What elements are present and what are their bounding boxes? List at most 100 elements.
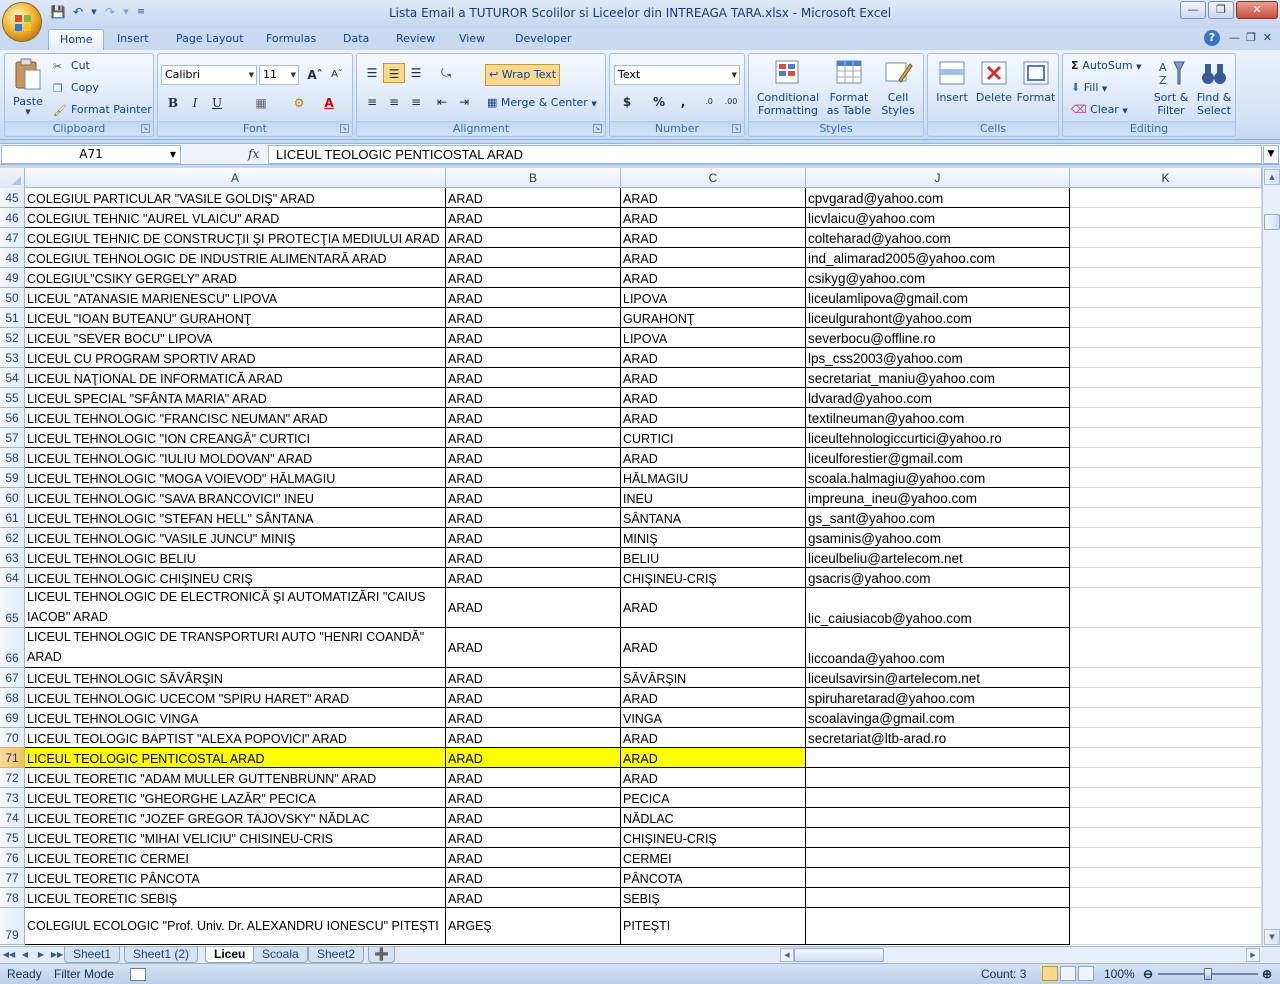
cell-j[interactable]	[806, 808, 1070, 828]
cell-k[interactable]	[1070, 368, 1262, 388]
cell-b[interactable]: ARAD	[446, 728, 621, 748]
cell-b[interactable]: ARAD	[446, 788, 621, 808]
row-header[interactable]: 65	[0, 588, 25, 628]
insert-cells-button[interactable]: Insert	[932, 58, 972, 104]
macro-record-icon[interactable]	[130, 968, 146, 981]
cell-j[interactable]: scoalavinga@gmail.com	[806, 708, 1070, 728]
cell-k[interactable]	[1070, 828, 1262, 848]
ribbon-close-icon[interactable]: ✕	[1263, 31, 1272, 44]
cell-b[interactable]: ARAD	[446, 568, 621, 588]
cell-k[interactable]	[1070, 728, 1262, 748]
row-header[interactable]: 66	[0, 628, 25, 668]
cell-k[interactable]	[1070, 248, 1262, 268]
page-break-view-icon[interactable]	[1078, 966, 1094, 981]
table-row[interactable]: 69 LICEUL TEHNOLOGIC VINGA ARAD VINGA scoala…	[0, 708, 1262, 728]
cell-c[interactable]: SÂNTANA	[621, 508, 806, 528]
table-row[interactable]: 72 LICEUL TEORETIC "ADAM MULLER GUTTENBRU…	[0, 768, 1262, 788]
cell-b[interactable]: ARAD	[446, 868, 621, 888]
cell-k[interactable]	[1070, 388, 1262, 408]
tab-formulas[interactable]: Formulas	[255, 29, 327, 50]
row-header[interactable]: 58	[0, 448, 25, 468]
row-header[interactable]: 75	[0, 828, 25, 848]
row-header[interactable]: 56	[0, 408, 25, 428]
cell-c[interactable]: ARAD	[621, 748, 806, 768]
autosum-button[interactable]: Σ AutoSum ▼	[1071, 59, 1141, 72]
cell-k[interactable]	[1070, 668, 1262, 688]
cell-j[interactable]	[806, 908, 1070, 945]
cell-j[interactable]: lps_css2003@yahoo.com	[806, 348, 1070, 368]
font-name-combo[interactable]: Calibri ▼	[161, 65, 257, 85]
cell-a[interactable]: LICEUL TEHNOLOGIC BELIU	[25, 548, 446, 568]
cell-j[interactable]: secretariat@ltb-arad.ro	[806, 728, 1070, 748]
cell-b[interactable]: ARAD	[446, 268, 621, 288]
minimize-button[interactable]: —	[1180, 1, 1206, 19]
paste-button[interactable]: Paste ▼	[11, 58, 45, 116]
cell-b[interactable]: ARAD	[446, 368, 621, 388]
cell-c[interactable]: CHIŞINEU-CRIŞ	[621, 828, 806, 848]
cell-b[interactable]: ARAD	[446, 348, 621, 368]
zoom-slider-thumb[interactable]	[1204, 968, 1212, 980]
cell-b[interactable]: ARGEŞ	[446, 908, 621, 945]
cell-j[interactable]: impreuna_ineu@yahoo.com	[806, 488, 1070, 508]
row-header[interactable]: 47	[0, 228, 25, 248]
cell-k[interactable]	[1070, 448, 1262, 468]
table-row[interactable]: 54 LICEUL NAŢIONAL DE INFORMATICĂ ARAD ARA…	[0, 368, 1262, 388]
cell-b[interactable]: ARAD	[446, 688, 621, 708]
cell-j[interactable]: cpvgarad@yahoo.com	[806, 188, 1070, 208]
cell-b[interactable]: ARAD	[446, 748, 621, 768]
table-row[interactable]: 70 LICEUL TEOLOGIC BAPTIST "ALEXA POPOVIC…	[0, 728, 1262, 748]
cell-k[interactable]	[1070, 788, 1262, 808]
cell-c[interactable]: ARAD	[621, 188, 806, 208]
cell-j[interactable]	[806, 868, 1070, 888]
sheet-tab-liceu[interactable]: Liceu	[205, 947, 255, 963]
table-row[interactable]: 57 LICEUL TEHNOLOGIC "ION CREANGĂ" CURTIC…	[0, 428, 1262, 448]
row-header[interactable]: 79	[0, 908, 25, 945]
cell-a[interactable]: LICEUL TEHNOLOGIC "IULIU MOLDOVAN" ARAD	[25, 448, 446, 468]
table-row[interactable]: 79 COLEGIUL ECOLOGIC "Prof. Univ. Dr. ALE…	[0, 908, 1262, 945]
cell-k[interactable]	[1070, 548, 1262, 568]
fill-color-icon[interactable]: ⚙	[288, 93, 310, 113]
row-header[interactable]: 71	[0, 748, 25, 768]
table-row[interactable]: 50 LICEUL "ATANASIE MARIENESCU" LIPOVA ARA…	[0, 288, 1262, 308]
cell-k[interactable]	[1070, 488, 1262, 508]
cell-j[interactable]: ind_alimarad2005@yahoo.com	[806, 248, 1070, 268]
cell-k[interactable]	[1070, 628, 1262, 668]
tab-insert[interactable]: Insert	[106, 29, 160, 50]
cell-k[interactable]	[1070, 708, 1262, 728]
row-header[interactable]: 50	[0, 288, 25, 308]
cell-k[interactable]	[1070, 588, 1262, 628]
next-sheet-icon[interactable]: ▶	[34, 948, 48, 962]
align-middle-icon[interactable]: ☰	[383, 63, 405, 83]
cell-b[interactable]: ARAD	[446, 828, 621, 848]
horizontal-scroll-thumb[interactable]	[794, 948, 884, 962]
increase-decimal-button[interactable]: .0	[698, 92, 720, 112]
cell-j[interactable]: textilneuman@yahoo.com	[806, 408, 1070, 428]
row-header[interactable]: 63	[0, 548, 25, 568]
cell-k[interactable]	[1070, 888, 1262, 908]
merge-center-button[interactable]: ▦ Merge & Center ▼	[487, 96, 597, 109]
cell-k[interactable]	[1070, 228, 1262, 248]
insert-sheet-icon[interactable]: ➕	[368, 947, 395, 963]
table-row[interactable]: 62 LICEUL TEHNOLOGIC "VASILE JUNCU" MINIŞ…	[0, 528, 1262, 548]
cell-c[interactable]: ARAD	[621, 348, 806, 368]
table-row[interactable]: 76 LICEUL TEORETIC CERMEI ARAD CERMEI	[0, 848, 1262, 868]
cell-a[interactable]: LICEUL TEORETIC "MIHAI VELICIU" CHISINEU…	[25, 828, 446, 848]
table-row[interactable]: 74 LICEUL TEORETIC "JOZEF GREGOR TAJOVSKY…	[0, 808, 1262, 828]
page-layout-view-icon[interactable]	[1060, 966, 1076, 981]
cell-j[interactable]	[806, 788, 1070, 808]
scroll-up-icon[interactable]: ▲	[1264, 169, 1280, 185]
select-all-corner[interactable]	[0, 168, 25, 188]
font-size-combo[interactable]: 11 ▼	[259, 65, 299, 85]
cell-k[interactable]	[1070, 908, 1262, 945]
prev-sheet-icon[interactable]: ◀	[18, 948, 32, 962]
cell-c[interactable]: LIPOVA	[621, 288, 806, 308]
decrease-decimal-button[interactable]: .00	[720, 92, 742, 112]
cell-k[interactable]	[1070, 528, 1262, 548]
row-header[interactable]: 61	[0, 508, 25, 528]
cell-c[interactable]: SEBIŞ	[621, 888, 806, 908]
cell-c[interactable]: ARAD	[621, 268, 806, 288]
row-header[interactable]: 53	[0, 348, 25, 368]
spreadsheet-grid[interactable]: A B C J K 45 COLEGIUL PARTICULAR "VASILE …	[0, 168, 1262, 946]
cell-b[interactable]: ARAD	[446, 708, 621, 728]
first-sheet-icon[interactable]: ◀◀	[2, 948, 16, 962]
